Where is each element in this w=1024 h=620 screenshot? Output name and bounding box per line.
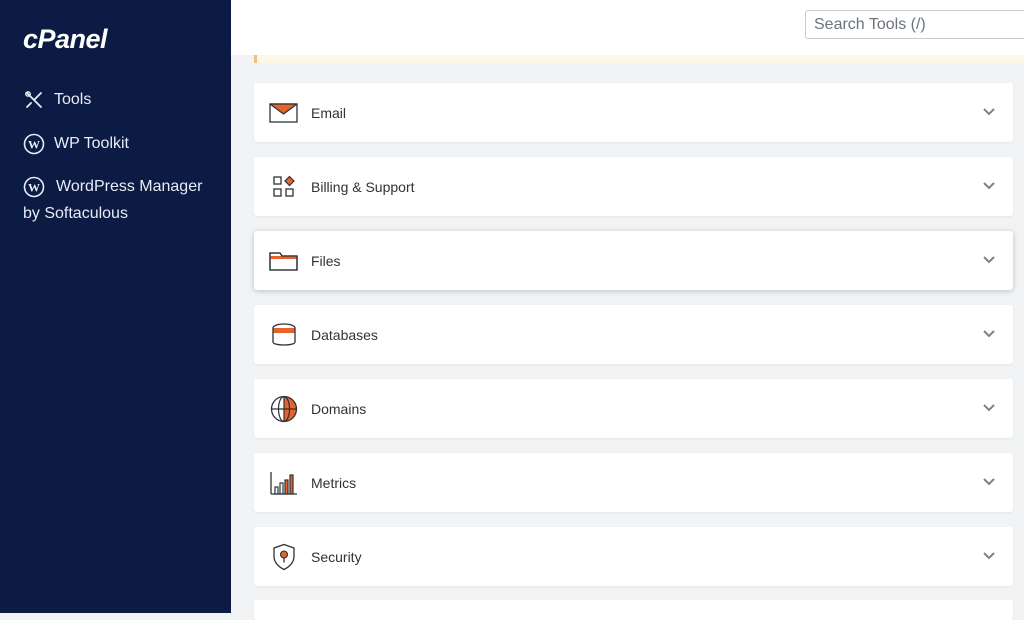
globe-icon <box>269 394 299 424</box>
wordpress-icon: W <box>23 133 45 155</box>
sidebar-item-tools[interactable]: Tools <box>23 89 91 111</box>
chevron-down-icon[interactable] <box>981 104 997 120</box>
bar-chart-icon <box>269 468 299 498</box>
cpanel-logo[interactable]: cPanel <box>23 24 108 55</box>
wordpress-icon: W <box>23 176 45 198</box>
billing-support-icon <box>269 172 299 202</box>
sidebar-item-wordpress-manager[interactable]: W WordPress Manager by Softaculous <box>23 176 202 229</box>
section-billing-support[interactable]: Billing & Support <box>254 157 1013 216</box>
svg-text:W: W <box>28 181 40 195</box>
section-metrics[interactable]: Metrics <box>254 453 1013 512</box>
section-email[interactable]: Email <box>254 83 1013 142</box>
folder-icon <box>269 246 299 276</box>
chevron-down-icon[interactable] <box>981 178 997 194</box>
section-label: Security <box>311 548 362 565</box>
section-label: Billing & Support <box>311 178 415 195</box>
notice-banner <box>254 55 1024 63</box>
database-icon <box>269 320 299 350</box>
chevron-down-icon[interactable] <box>981 326 997 342</box>
sidebar-item-label: Tools <box>54 91 92 108</box>
sidebar: cPanel Tools W WP Toolkit W WordPress Ma… <box>0 0 231 613</box>
sidebar-item-label: WP Toolkit <box>54 135 129 152</box>
sidebar-item-wp-toolkit[interactable]: W WP Toolkit <box>23 133 129 155</box>
tools-icon <box>23 89 45 111</box>
chevron-down-icon[interactable] <box>981 252 997 268</box>
sidebar-item-label: by Softaculous <box>23 205 128 222</box>
section-security[interactable]: Security <box>254 527 1013 586</box>
sidebar-item-label: WordPress Manager <box>56 178 203 195</box>
email-icon <box>269 98 299 128</box>
section-label: Files <box>311 252 341 269</box>
section-domains[interactable]: Domains <box>254 379 1013 438</box>
chevron-down-icon[interactable] <box>981 474 997 490</box>
top-bar <box>231 0 1024 55</box>
section-files[interactable]: Files <box>254 231 1013 290</box>
search-input[interactable] <box>805 10 1024 39</box>
section-label: Databases <box>311 326 378 343</box>
chevron-down-icon[interactable] <box>981 400 997 416</box>
section-databases[interactable]: Databases <box>254 305 1013 364</box>
shield-icon <box>269 542 299 572</box>
section-partial[interactable] <box>254 600 1013 620</box>
section-label: Metrics <box>311 474 357 491</box>
svg-text:W: W <box>28 138 40 152</box>
chevron-down-icon[interactable] <box>981 548 997 564</box>
section-label: Email <box>311 104 347 121</box>
section-label: Domains <box>311 400 367 417</box>
